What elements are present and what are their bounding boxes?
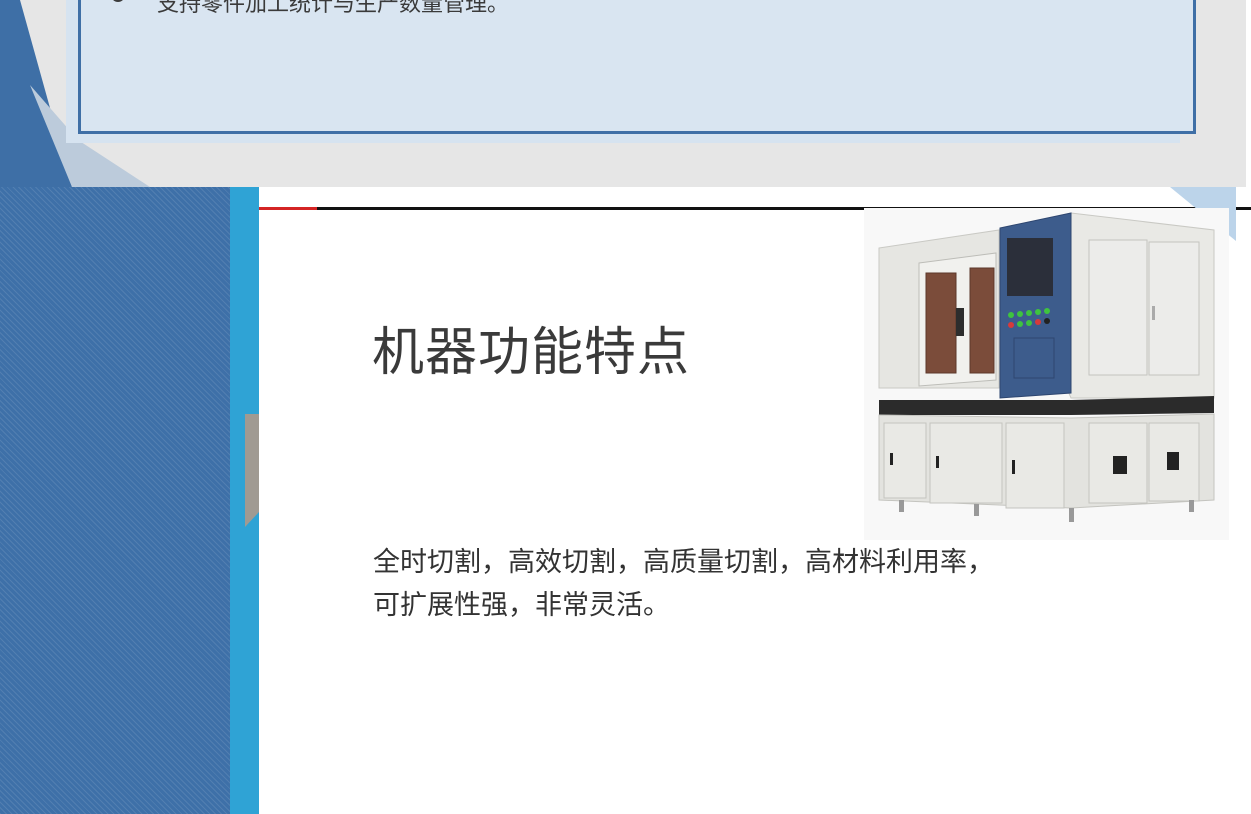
description-line-1: 全时切割，高效切割，高质量切割，高材料利用率， [373,547,994,578]
laser-cutting-machine-icon [864,208,1229,540]
left-stripe-panel [0,187,232,814]
previous-slide-fragment: 支持零件加工统计与生产数量管理。 [0,0,1246,187]
left-edge-decoration [230,187,259,814]
slide-title: 机器功能特点 [372,323,691,383]
content-panel [78,0,1196,134]
slide-description: 全时切割，高效切割，高质量切割，高材料利用率， 可扩展性强，非常灵活。 [373,541,1093,627]
description-line-2: 可扩展性强，非常灵活。 [373,590,670,621]
header-accent [259,207,317,210]
bullet-text: 支持零件加工统计与生产数量管理。 [157,0,510,17]
